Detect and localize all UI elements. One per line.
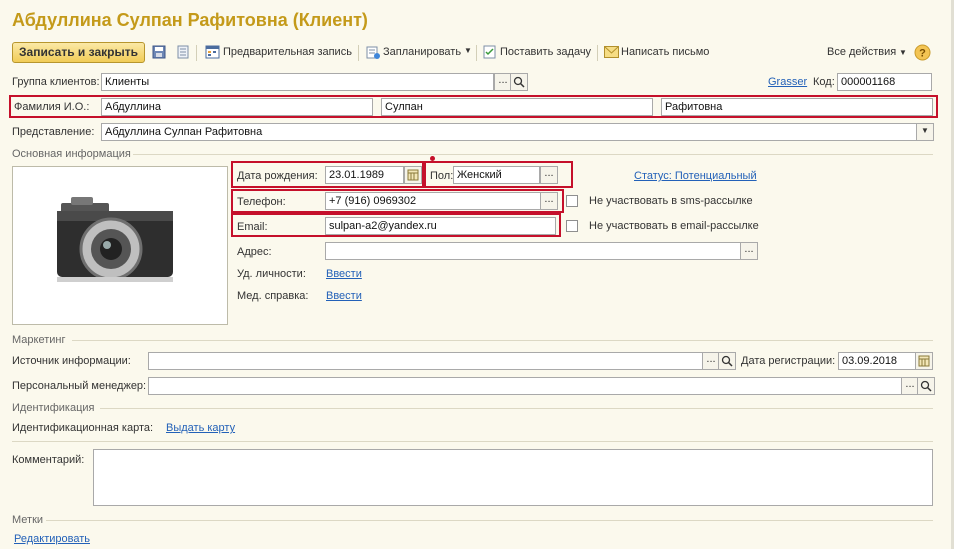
status-link[interactable]: Статус: Потенциальный	[634, 170, 757, 182]
reg-date-field[interactable]: 03.09.2018	[838, 352, 916, 370]
email-label: Email:	[237, 221, 268, 233]
chevron-down-icon: ▼	[921, 126, 929, 135]
sms-opt-out-checkbox[interactable]	[566, 195, 578, 207]
source-field[interactable]	[148, 352, 703, 370]
email-opt-out-label: Не участвовать в email-рассылке	[589, 220, 759, 232]
search-icon[interactable]	[718, 352, 736, 370]
search-icon[interactable]	[917, 377, 935, 395]
highlight-marker	[430, 156, 435, 161]
representation-field[interactable]: Абдуллина Сулпан Рафитовна	[101, 123, 917, 141]
client-group-label: Группа клиентов:	[12, 76, 100, 88]
sms-opt-out-label: Не участвовать в sms-рассылке	[589, 195, 753, 207]
middle-name-field[interactable]: Рафитовна	[661, 98, 933, 116]
id-card-label: Идентификационная карта:	[12, 422, 154, 434]
email-field[interactable]: sulpan-a2@yandex.ru	[325, 217, 556, 235]
toolbar-divider	[358, 45, 359, 61]
representation-label: Представление:	[12, 126, 95, 138]
schedule-icon[interactable]	[366, 45, 380, 62]
write-letter-button[interactable]: Написать письмо	[621, 46, 709, 58]
edit-tags-link[interactable]: Редактировать	[14, 533, 90, 545]
photo-frame[interactable]	[12, 166, 228, 325]
code-label: Код:	[813, 76, 835, 88]
search-icon[interactable]	[510, 73, 528, 91]
chevron-down-icon[interactable]: ▼	[899, 48, 907, 57]
group-divider	[12, 441, 933, 442]
group-divider	[46, 520, 933, 521]
medical-label: Мед. справка:	[237, 290, 309, 302]
all-actions-menu[interactable]: Все действия	[827, 46, 896, 58]
comment-label: Комментарий:	[12, 454, 85, 466]
id-doc-label: Уд. личности:	[237, 268, 306, 280]
toolbar-divider	[196, 45, 197, 61]
marketing-group-title: Маркетинг	[12, 334, 66, 346]
issue-card-link[interactable]: Выдать карту	[166, 422, 235, 434]
grasser-link[interactable]: Grasser	[768, 76, 807, 88]
manager-label: Персональный менеджер:	[12, 380, 147, 392]
comment-field[interactable]	[93, 449, 933, 506]
manager-field[interactable]	[148, 377, 902, 395]
phone-field[interactable]: +7 (916) 0969302	[325, 192, 541, 210]
address-field[interactable]	[325, 242, 741, 260]
email-opt-out-checkbox[interactable]	[566, 220, 578, 232]
client-group-field[interactable]: Клиенты	[101, 73, 494, 91]
calendar-icon[interactable]	[404, 166, 422, 184]
group-divider	[133, 154, 933, 155]
document-icon[interactable]	[177, 45, 189, 62]
first-name-field[interactable]: Сулпан	[381, 98, 653, 116]
basic-info-group-title: Основная информация	[12, 148, 131, 160]
svg-text:?: ?	[919, 48, 926, 60]
gender-field[interactable]: Женский	[453, 166, 540, 184]
toolbar-divider	[476, 45, 477, 61]
group-divider	[72, 340, 933, 341]
last-name-field[interactable]: Абдуллина	[101, 98, 373, 116]
fio-label: Фамилия И.О.:	[14, 101, 90, 113]
save-close-button[interactable]: Записать и закрыть	[12, 42, 145, 63]
select-ellipsis-button[interactable]: ...	[740, 242, 758, 260]
calendar-table-icon[interactable]	[205, 45, 220, 62]
camera-icon	[57, 197, 173, 282]
gender-label: Пол:	[430, 170, 454, 182]
birth-date-label: Дата рождения:	[237, 170, 318, 182]
address-label: Адрес:	[237, 246, 272, 258]
schedule-button[interactable]: Запланировать	[383, 46, 461, 58]
window-title: Абдуллина Сулпан Рафитовна (Клиент)	[12, 10, 368, 30]
tags-group-title: Метки	[12, 514, 44, 526]
select-ellipsis-button[interactable]: ...	[540, 166, 558, 184]
chevron-down-icon[interactable]: ▼	[464, 46, 472, 55]
identification-group-title: Идентификация	[12, 402, 95, 414]
select-ellipsis-button[interactable]: ...	[540, 192, 558, 210]
task-icon[interactable]	[483, 45, 497, 62]
phone-label: Телефон:	[237, 196, 286, 208]
id-doc-enter-link[interactable]: Ввести	[326, 268, 362, 280]
reg-date-label: Дата регистрации:	[741, 355, 836, 367]
help-icon[interactable]: ?	[914, 44, 931, 64]
birth-date-field[interactable]: 23.01.1989	[325, 166, 404, 184]
toolbar-divider	[597, 45, 598, 61]
dropdown-button[interactable]: ▼	[916, 123, 934, 141]
calendar-icon[interactable]	[915, 352, 933, 370]
set-task-button[interactable]: Поставить задачу	[500, 46, 591, 58]
source-label: Источник информации:	[12, 355, 131, 367]
code-field[interactable]: 000001168	[837, 73, 932, 91]
envelope-icon[interactable]	[604, 46, 619, 61]
medical-enter-link[interactable]: Ввести	[326, 290, 362, 302]
group-divider	[100, 408, 933, 409]
preliminary-record-button[interactable]: Предварительная запись	[223, 46, 352, 58]
save-icon[interactable]	[152, 45, 166, 62]
